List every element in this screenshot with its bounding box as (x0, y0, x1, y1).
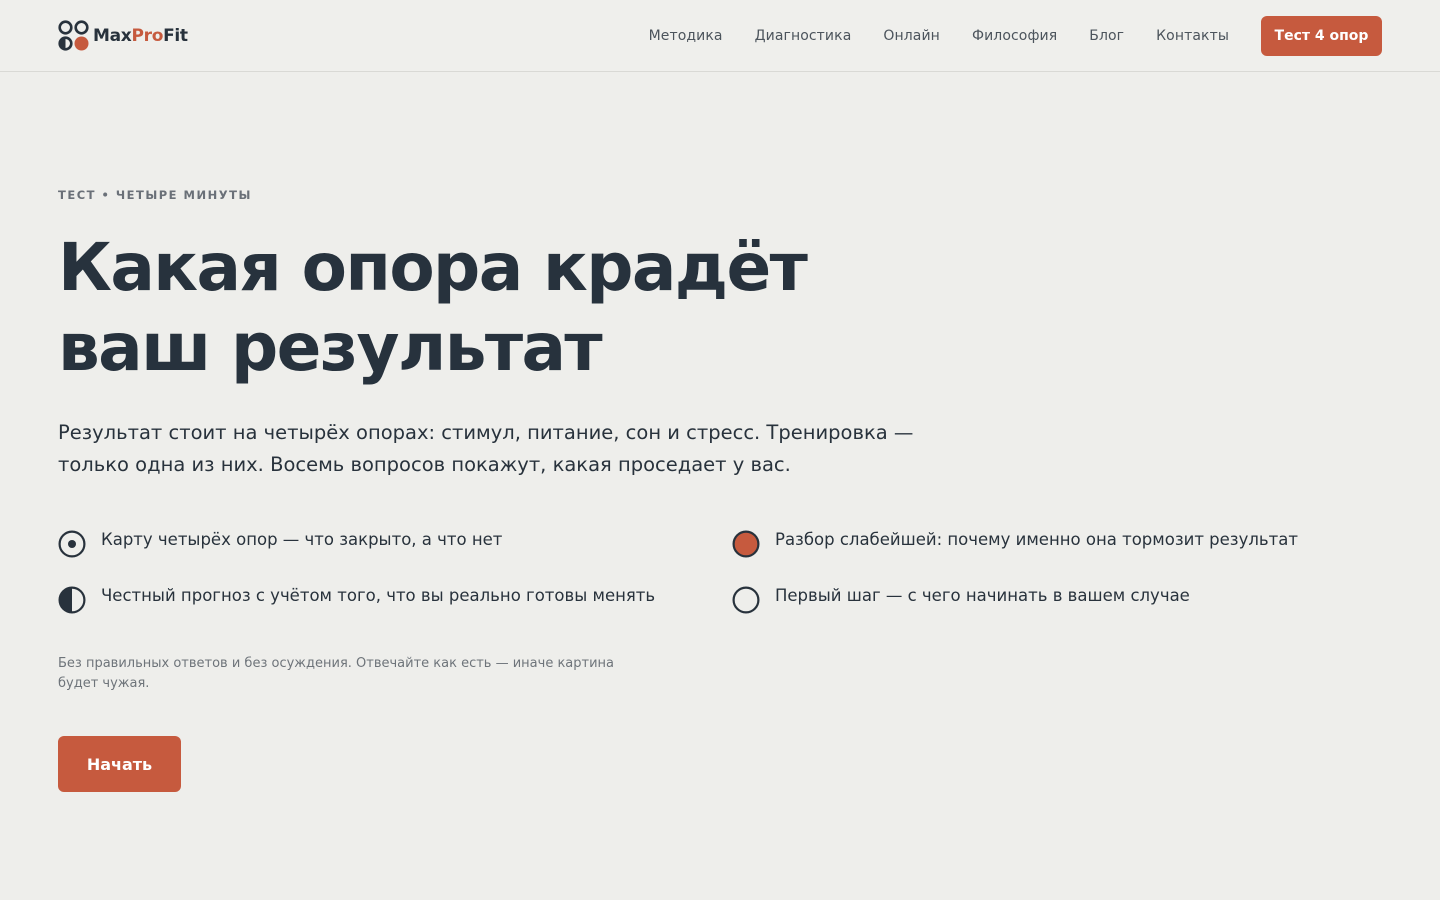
page-title: Какая опора крадёт ваш результат (58, 229, 808, 386)
nav-item-diagnostics[interactable]: Диагностика (755, 28, 852, 44)
feature-item: Честный прогноз с учётом того, что вы ре… (58, 582, 655, 614)
hero-lead: Результат стоит на четырёх опорах: стиму… (58, 421, 914, 476)
start-button[interactable]: Начать (58, 736, 181, 792)
filled-circle-icon (732, 530, 760, 558)
feature-text: Карту четырёх опор — что закрыто, а что … (101, 530, 503, 549)
nav-item-blog[interactable]: Блог (1089, 28, 1124, 44)
brand-logo[interactable]: MaxProFit (58, 20, 188, 51)
feature-text: Первый шаг — с чего начинать в вашем слу… (775, 586, 1190, 605)
four-circles-logo-icon (58, 20, 89, 51)
feature-item: Первый шаг — с чего начинать в вашем слу… (732, 582, 1190, 614)
test-cta-button[interactable]: Тест 4 опор (1261, 16, 1382, 56)
nav-item-methodology[interactable]: Методика (649, 28, 723, 44)
feature-item: Карту четырёх опор — что закрыто, а что … (58, 526, 502, 558)
feature-text: Честный прогноз с учётом того, что вы ре… (101, 586, 656, 605)
brand-name: MaxProFit (93, 25, 188, 46)
half-circle-icon (58, 586, 86, 614)
nav-item-online[interactable]: Онлайн (883, 28, 940, 44)
target-circle-icon (58, 530, 86, 558)
nav-item-contacts[interactable]: Контакты (1156, 28, 1229, 44)
main-nav: Методика Диагностика Онлайн Философия Бл… (649, 0, 1382, 72)
disclaimer-note: Без правильных ответов и без осуждения. … (58, 656, 615, 691)
empty-circle-icon (732, 586, 760, 614)
site-header: MaxProFit Методика Диагностика Онлайн Фи… (0, 0, 1440, 72)
nav-item-philosophy[interactable]: Философия (972, 28, 1057, 44)
feature-item: Разбор слабейшей: почему именно она торм… (732, 526, 1298, 558)
feature-text: Разбор слабейшей: почему именно она торм… (775, 530, 1298, 549)
eyebrow-label: ТЕСТ • ЧЕТЫРЕ МИНУТЫ (58, 188, 252, 202)
